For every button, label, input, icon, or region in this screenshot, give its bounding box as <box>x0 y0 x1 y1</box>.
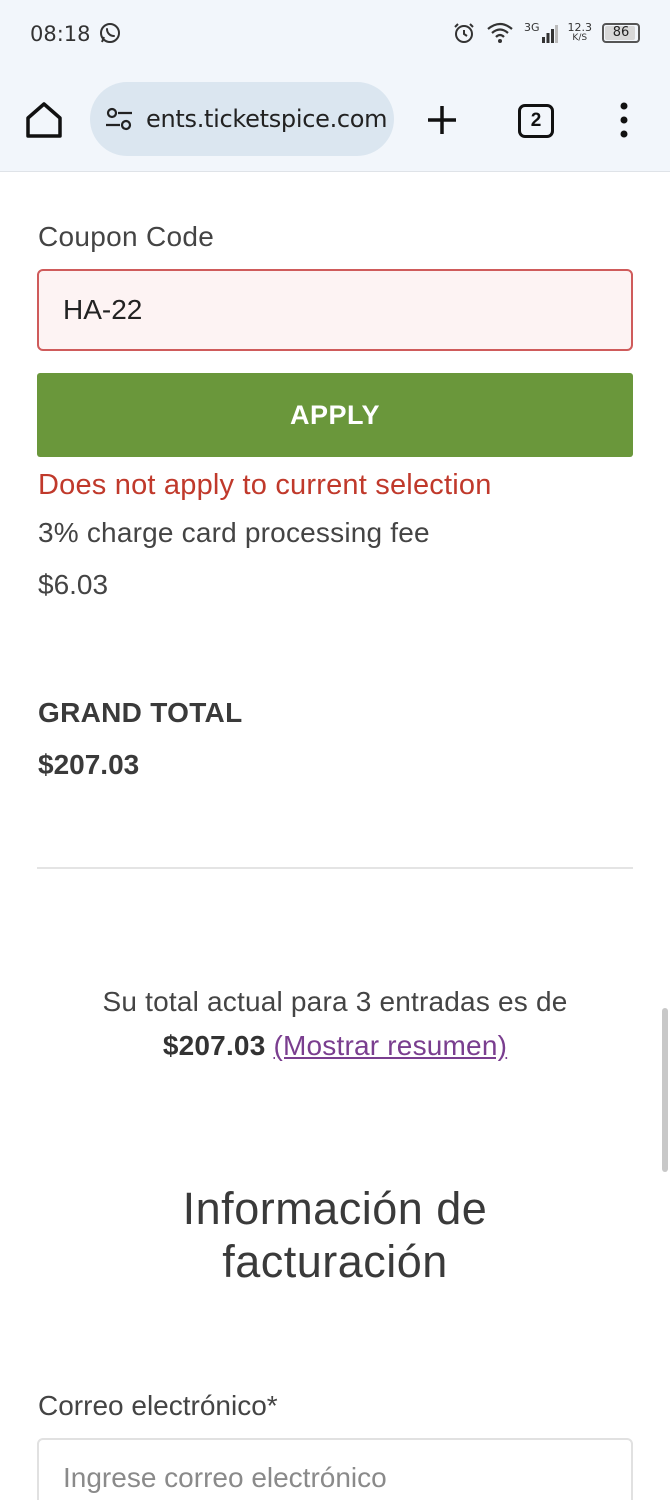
url-text: ents.ticketspice.com <box>146 105 388 133</box>
network-type: 3G <box>523 21 540 34</box>
speed-value: 12.3 <box>567 21 593 34</box>
wifi-icon <box>487 22 513 43</box>
billing-title-line-1: Información de <box>182 1183 488 1234</box>
apply-coupon-button[interactable]: APPLY <box>37 373 633 457</box>
divider <box>37 867 633 869</box>
processing-fee-label: 3% charge card processing fee <box>38 517 430 548</box>
scrollbar[interactable] <box>662 1008 668 1172</box>
new-tab-icon[interactable] <box>424 102 460 138</box>
summary-line: $207.03 (Mostrar resumen) <box>20 1024 650 1068</box>
email-label-text: Correo electrónico <box>38 1390 267 1421</box>
speed-unit: K/S <box>572 33 588 43</box>
site-settings-icon[interactable] <box>104 104 134 134</box>
summary-text: Su total actual para 3 entradas es de <box>102 986 568 1017</box>
tab-switcher-button[interactable]: 2 <box>518 104 554 138</box>
coupon-code-label: Coupon Code <box>38 221 215 252</box>
email-placeholder: Ingrese correo electrónico <box>63 1462 387 1493</box>
billing-title-line-2: facturación <box>222 1236 448 1287</box>
status-time: 08:18 <box>30 22 91 46</box>
coupon-code-value: HA-22 <box>63 294 143 325</box>
grand-total-label: GRAND TOTAL <box>38 697 243 728</box>
required-mark: * <box>266 1390 278 1421</box>
coupon-error-message: Does not apply to current selection <box>38 469 492 501</box>
status-bar: 08:18 3G 12.3 K/S 86 <box>0 0 670 68</box>
processing-fee-amount: $6.03 <box>38 569 109 600</box>
more-options-icon[interactable] <box>612 100 636 140</box>
email-input[interactable]: Ingrese correo electrónico <box>37 1438 633 1500</box>
address-bar[interactable]: ents.ticketspice.com <box>90 82 394 156</box>
summary-amount: $207.03 <box>162 1030 266 1061</box>
whatsapp-icon <box>100 23 120 43</box>
home-icon[interactable] <box>22 98 66 142</box>
grand-total-amount: $207.03 <box>38 749 140 780</box>
signal-indicator: 3G <box>523 21 558 43</box>
browser-toolbar: ents.ticketspice.com 2 <box>0 68 670 172</box>
battery-icon: 86 <box>602 23 640 43</box>
order-summary-text: Su total actual para 3 entradas es de $2… <box>20 980 650 1068</box>
billing-info-title: Información de facturación <box>60 1182 610 1288</box>
show-summary-link[interactable]: (Mostrar resumen) <box>273 1030 507 1061</box>
email-label: Correo electrónico* <box>38 1390 278 1422</box>
network-speed: 12.3 K/S <box>567 21 593 43</box>
battery-level: 86 <box>612 25 630 40</box>
coupon-code-input[interactable]: HA-22 <box>37 269 633 351</box>
signal-icon <box>541 25 558 43</box>
alarm-icon <box>454 23 474 43</box>
status-icons: 3G 12.3 K/S 86 <box>452 18 640 48</box>
